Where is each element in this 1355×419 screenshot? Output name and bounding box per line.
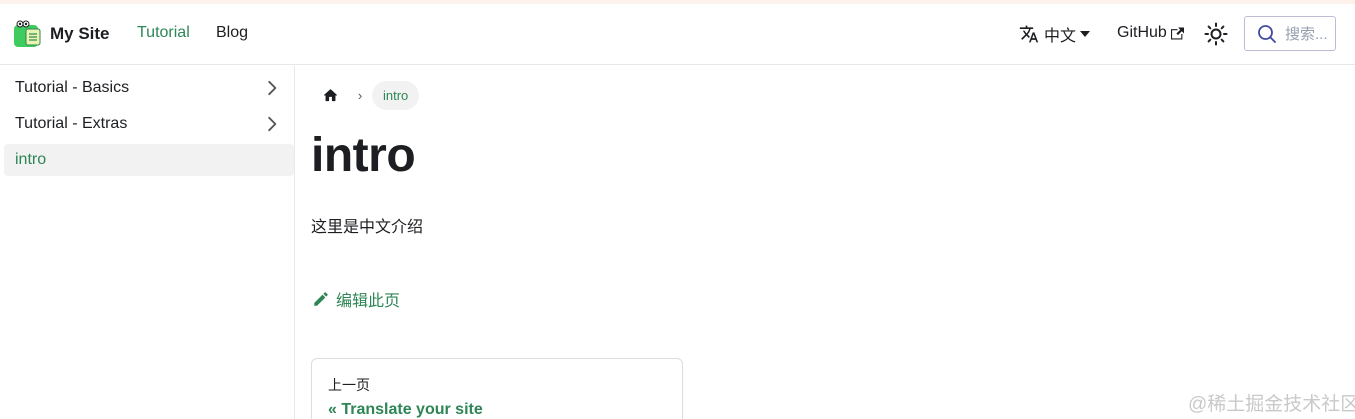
sun-icon[interactable] <box>1204 22 1228 46</box>
pagination-previous[interactable]: 上一页 « Translate your site <box>311 358 683 419</box>
navbar: My Site Tutorial Blog 中文 GitHub 搜索... <box>0 4 1355 65</box>
nav-link-tutorial[interactable]: Tutorial <box>137 24 190 42</box>
sidebar-item-label: intro <box>15 151 47 168</box>
sidebar: Tutorial - Basics Tutorial - Extras intr… <box>0 66 295 419</box>
sidebar-item-intro[interactable]: intro <box>4 144 294 176</box>
github-link[interactable]: GitHub <box>1117 24 1184 42</box>
page-title: intro <box>311 129 416 182</box>
pagination-label: « Translate your site <box>328 401 483 418</box>
language-label: 中文 <box>1044 28 1077 45</box>
nav-link-blog[interactable]: Blog <box>216 24 248 42</box>
breadcrumb: › intro <box>312 80 420 110</box>
translate-icon <box>1019 25 1039 43</box>
logo-icon <box>14 20 41 47</box>
search-icon <box>1258 24 1276 43</box>
intro-text: 这里是中文介绍 <box>311 219 424 236</box>
breadcrumb-current: intro <box>372 80 420 110</box>
external-link-icon <box>1170 27 1184 39</box>
sidebar-item-tutorial-basics[interactable]: Tutorial - Basics <box>4 72 294 104</box>
chevron-right-icon[interactable] <box>262 78 282 98</box>
sidebar-item-label: Tutorial - Extras <box>15 115 128 132</box>
edit-page-label: 编辑此页 <box>336 293 401 310</box>
pagination-sublabel: 上一页 <box>328 377 370 393</box>
caret-down-icon <box>1080 31 1091 37</box>
home-link[interactable] <box>312 80 348 110</box>
brand-title: My Site <box>50 24 110 43</box>
sidebar-item-tutorial-extras[interactable]: Tutorial - Extras <box>4 108 294 140</box>
github-label: GitHub <box>1117 24 1167 41</box>
search-button[interactable]: 搜索... <box>1244 16 1336 51</box>
search-placeholder: 搜索... <box>1285 26 1328 43</box>
edit-page-link[interactable]: 编辑此页 <box>312 287 400 311</box>
breadcrumb-separator: › <box>357 87 363 103</box>
sidebar-item-label: Tutorial - Basics <box>15 79 130 96</box>
home-icon <box>323 88 337 101</box>
language-dropdown[interactable]: 中文 <box>1019 22 1091 46</box>
pencil-icon <box>314 292 328 306</box>
watermark: @稀土掘金技术社区 <box>1188 394 1355 415</box>
brand-link[interactable]: My Site <box>12 19 110 49</box>
chevron-right-icon[interactable] <box>262 114 282 134</box>
